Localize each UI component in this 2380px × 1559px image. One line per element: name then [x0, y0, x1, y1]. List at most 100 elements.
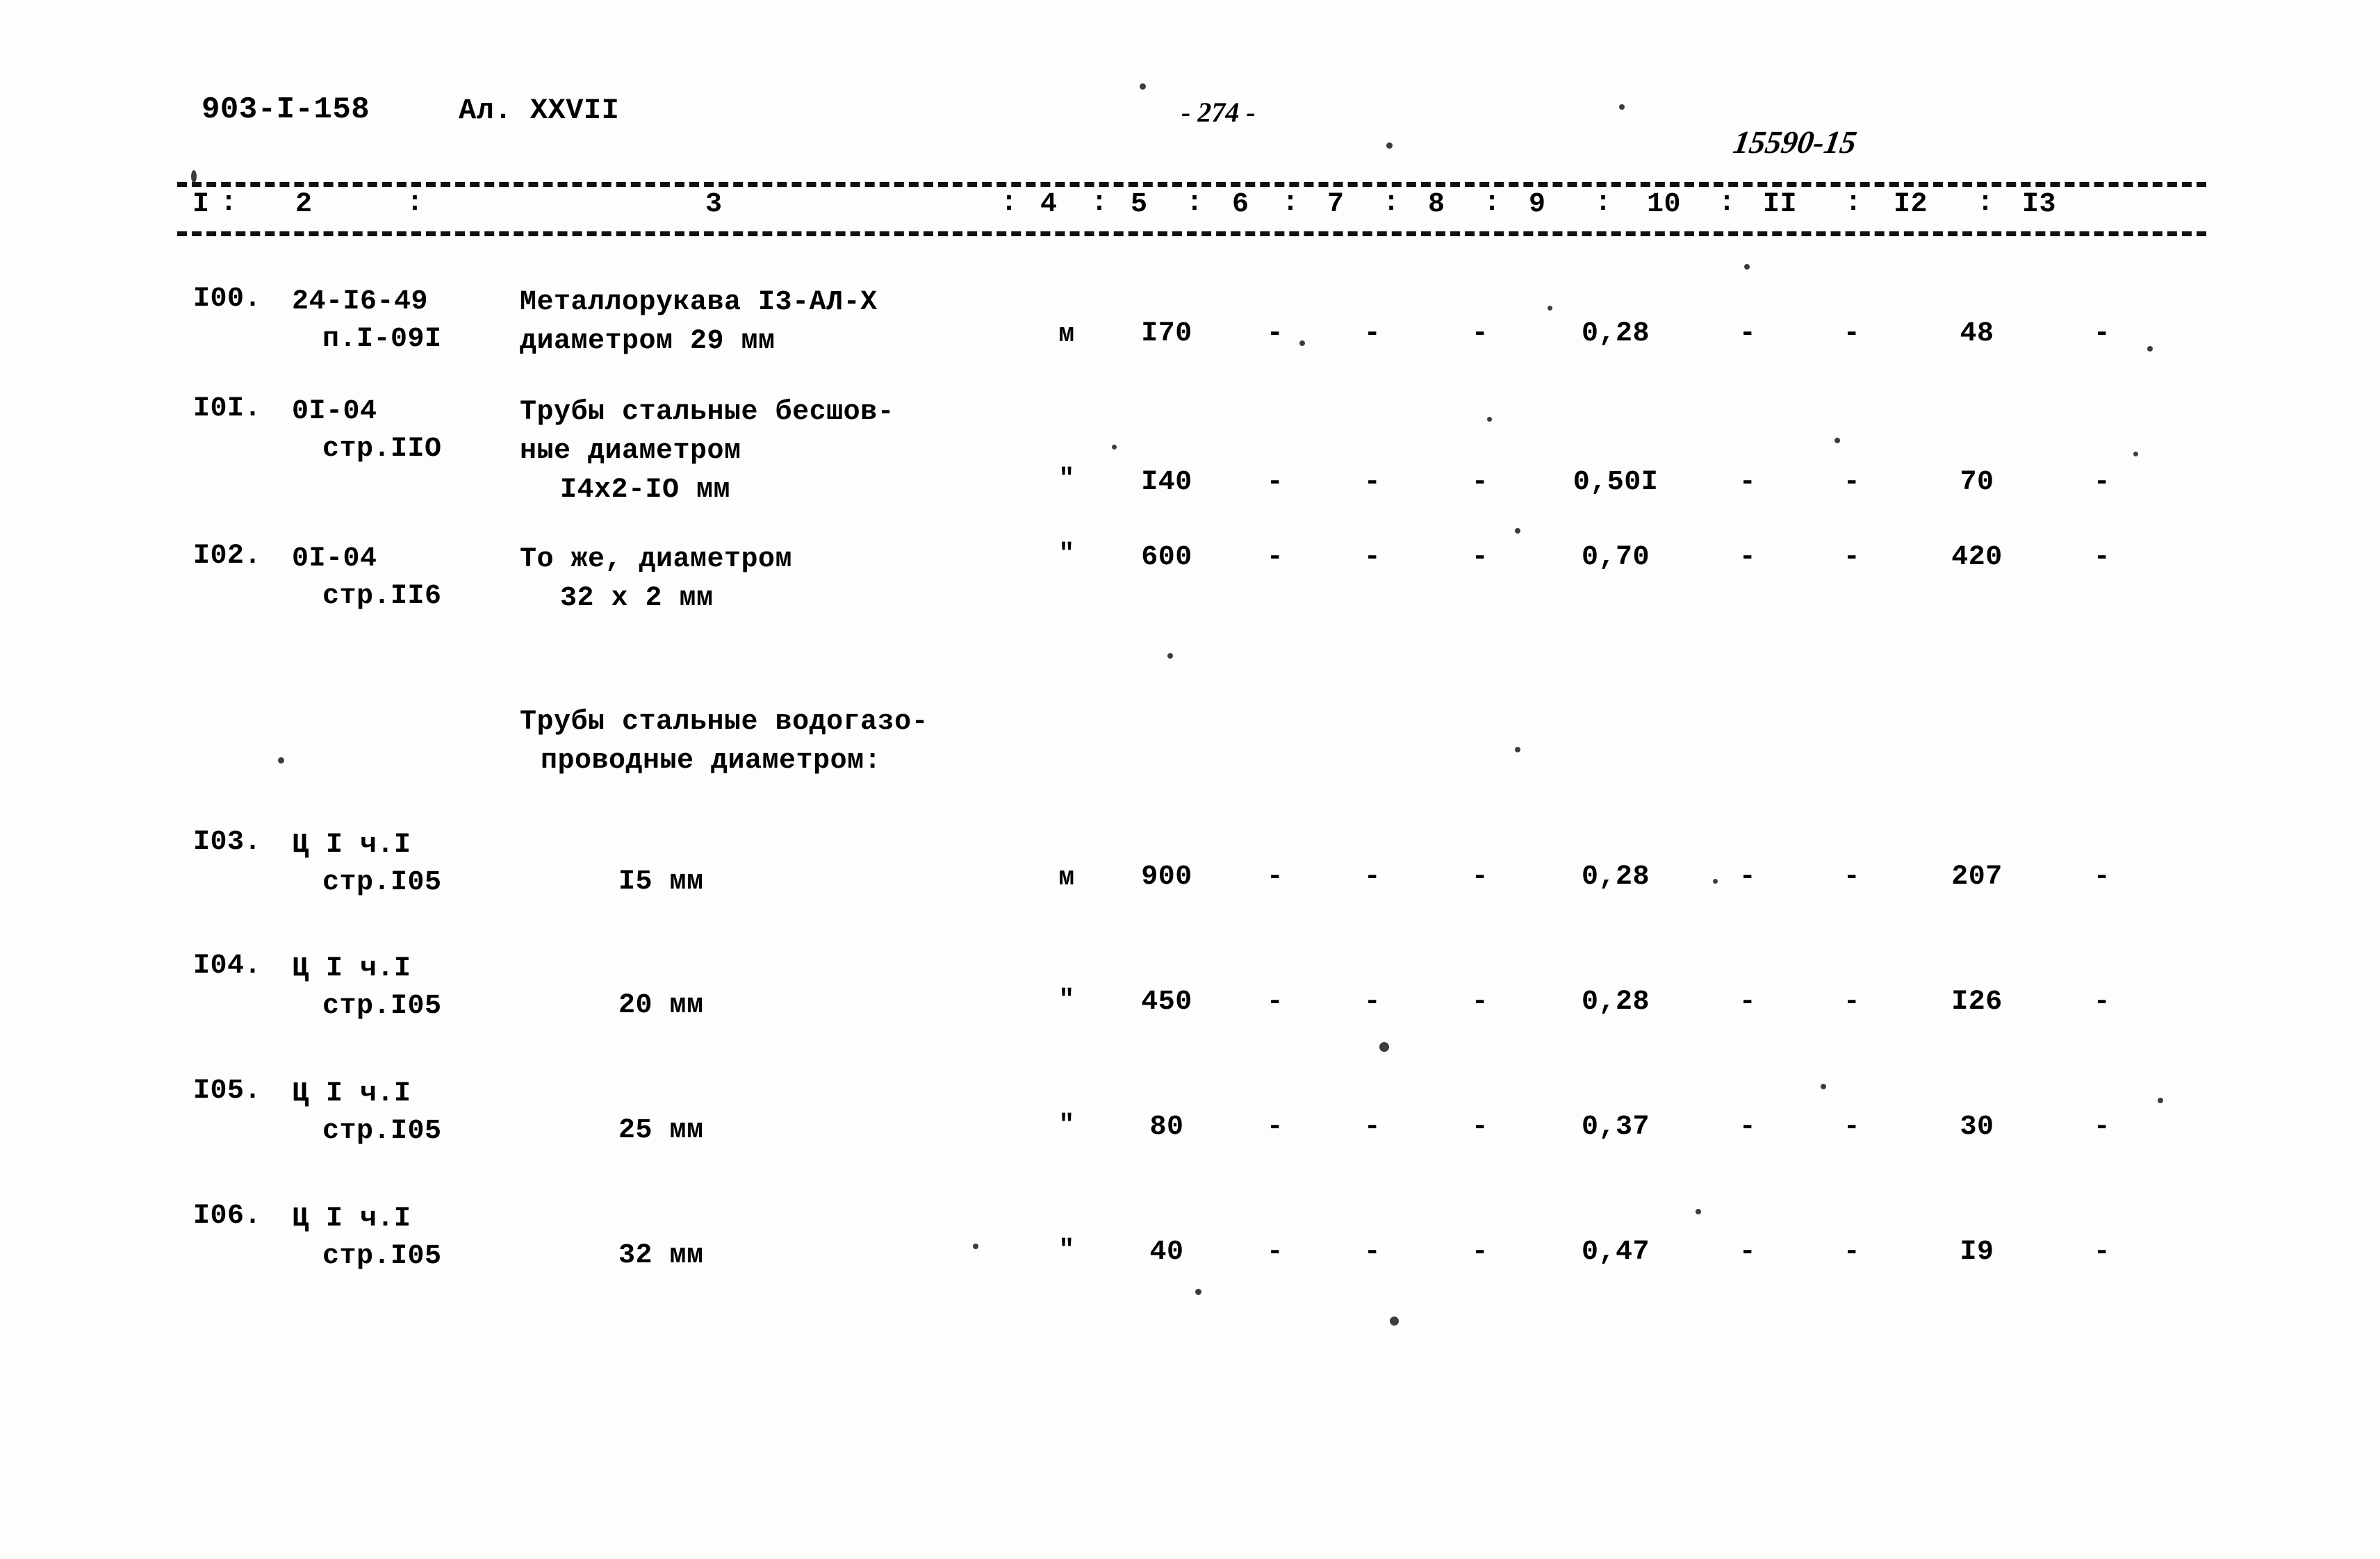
- row-reference: Ц I ч.I стр.I05: [292, 1201, 521, 1276]
- row-col7: -: [1363, 987, 1381, 1018]
- row-col6: -: [1266, 542, 1284, 573]
- row-col12: 70: [1960, 467, 1994, 498]
- row-col13: -: [2093, 542, 2111, 573]
- archive-stamp: 15590-15: [1730, 124, 1860, 160]
- scan-speck: [1487, 417, 1492, 422]
- column-sep: :: [1383, 188, 1400, 219]
- row-unit: ": [1058, 1235, 1075, 1265]
- name-line-1: Трубы стальные бесшов-: [520, 397, 895, 428]
- row-reference: 24-I6-49 п.I-09I: [292, 283, 521, 358]
- row-col11: -: [1843, 1112, 1861, 1143]
- row-number: I03.: [193, 827, 262, 858]
- row-col11: -: [1843, 318, 1861, 349]
- row-number: I00.: [193, 283, 262, 315]
- row-quantity: 40: [1149, 1237, 1184, 1268]
- row-col9: 0,28: [1581, 987, 1650, 1018]
- row-col13: -: [2093, 1237, 2111, 1268]
- column-sep: :: [1977, 188, 1994, 219]
- name-line-2: диаметром 29 мм: [520, 326, 775, 357]
- row-col10: -: [1739, 987, 1757, 1018]
- row-col9: 0,28: [1581, 861, 1650, 893]
- scan-speck: [1515, 528, 1520, 534]
- row-col6: -: [1266, 861, 1284, 893]
- row-col10: -: [1739, 542, 1757, 573]
- column-sep: :: [1186, 188, 1204, 219]
- row-col9: 0,28: [1581, 318, 1650, 349]
- row-col6: -: [1266, 318, 1284, 349]
- row-col11: -: [1843, 1237, 1861, 1268]
- row-quantity: I70: [1141, 318, 1192, 349]
- row-col8: -: [1471, 861, 1489, 893]
- scan-speck: [1835, 438, 1840, 443]
- row-col10: -: [1739, 467, 1757, 498]
- row-col11: -: [1843, 987, 1861, 1018]
- scan-speck: [2147, 346, 2153, 352]
- column-number-6: 6: [1232, 189, 1249, 220]
- group-heading-line-2: проводные диаметром:: [541, 745, 882, 777]
- scan-speck: [1299, 340, 1305, 346]
- scan-speck: [2158, 1098, 2163, 1103]
- scan-speck: [278, 757, 284, 764]
- document-code: 903-I-158: [202, 92, 370, 127]
- row-col11: -: [1843, 467, 1861, 498]
- name-line-2: ные диаметром: [520, 436, 741, 467]
- row-col11: -: [1843, 542, 1861, 573]
- column-number-5: 5: [1131, 189, 1148, 220]
- scan-speck: [1696, 1209, 1701, 1214]
- scan-speck: [1379, 1042, 1389, 1052]
- row-col9: 0,37: [1581, 1112, 1650, 1143]
- row-number: I06.: [193, 1201, 262, 1232]
- reference-line-2: стр.I05: [322, 867, 442, 898]
- column-sep: :: [1484, 188, 1501, 219]
- scan-speck: [973, 1244, 978, 1249]
- row-reference: 0I-04 стр.II6: [292, 541, 521, 616]
- row-name: Металлорукава I3-АЛ-X диаметром 29 мм: [520, 283, 1048, 361]
- row-col8: -: [1471, 987, 1489, 1018]
- row-col8: -: [1471, 1237, 1489, 1268]
- row-col6: -: [1266, 1112, 1284, 1143]
- reference-line-1: 0I-04: [292, 543, 377, 575]
- row-col12: 420: [1951, 542, 2003, 573]
- row-col8: -: [1471, 542, 1489, 573]
- row-unit: ": [1058, 1110, 1075, 1140]
- row-unit: ": [1058, 985, 1075, 1015]
- reference-line-1: Ц I ч.I: [292, 1078, 411, 1110]
- row-col10: -: [1739, 1237, 1757, 1268]
- column-sep: :: [1001, 188, 1018, 219]
- row-col8: -: [1471, 318, 1489, 349]
- column-number-1: I: [192, 189, 210, 220]
- name-line-1: Металлорукава I3-АЛ-X: [520, 287, 878, 318]
- row-col10: -: [1739, 1112, 1757, 1143]
- column-sep: :: [220, 188, 238, 219]
- scan-speck: [1744, 264, 1750, 270]
- scan-speck: [1386, 142, 1393, 149]
- row-col8: -: [1471, 467, 1489, 498]
- group-heading-line-1: Трубы стальные водогазо-: [520, 707, 929, 738]
- row-col7: -: [1363, 467, 1381, 498]
- name-line-2: 32 х 2 мм: [560, 583, 714, 614]
- scan-speck: [1112, 445, 1117, 449]
- row-col7: -: [1363, 861, 1381, 893]
- row-col7: -: [1363, 318, 1381, 349]
- column-number-11: II: [1763, 189, 1798, 220]
- column-sep: :: [1282, 188, 1299, 219]
- column-number-row: I : 2 : 3 : 4 : 5 : 6 : 7 : 8 : 9 : 10 :…: [177, 188, 2206, 229]
- row-unit: м: [1058, 320, 1075, 349]
- group-heading: Трубы стальные водогазо- проводные диаме…: [520, 703, 928, 781]
- row-reference: Ц I ч.I стр.I05: [292, 827, 521, 902]
- row-reference: Ц I ч.I стр.I05: [292, 1075, 521, 1150]
- reference-line-1: Ц I ч.I: [292, 953, 411, 984]
- row-col13: -: [2093, 318, 2111, 349]
- reference-line-1: Ц I ч.I: [292, 1203, 411, 1235]
- row-quantity: 80: [1149, 1112, 1184, 1143]
- column-sep: :: [1595, 188, 1612, 219]
- scan-speck: [1195, 1289, 1201, 1295]
- name-line-3: I4х2-IО мм: [560, 475, 731, 506]
- reference-line-2: п.I-09I: [322, 324, 442, 355]
- column-sep: :: [1091, 188, 1108, 219]
- row-reference: Ц I ч.I стр.I05: [292, 950, 521, 1025]
- scan-speck: [1713, 879, 1718, 884]
- row-col7: -: [1363, 542, 1381, 573]
- reference-line-1: 24-I6-49: [292, 286, 429, 317]
- row-col10: -: [1739, 318, 1757, 349]
